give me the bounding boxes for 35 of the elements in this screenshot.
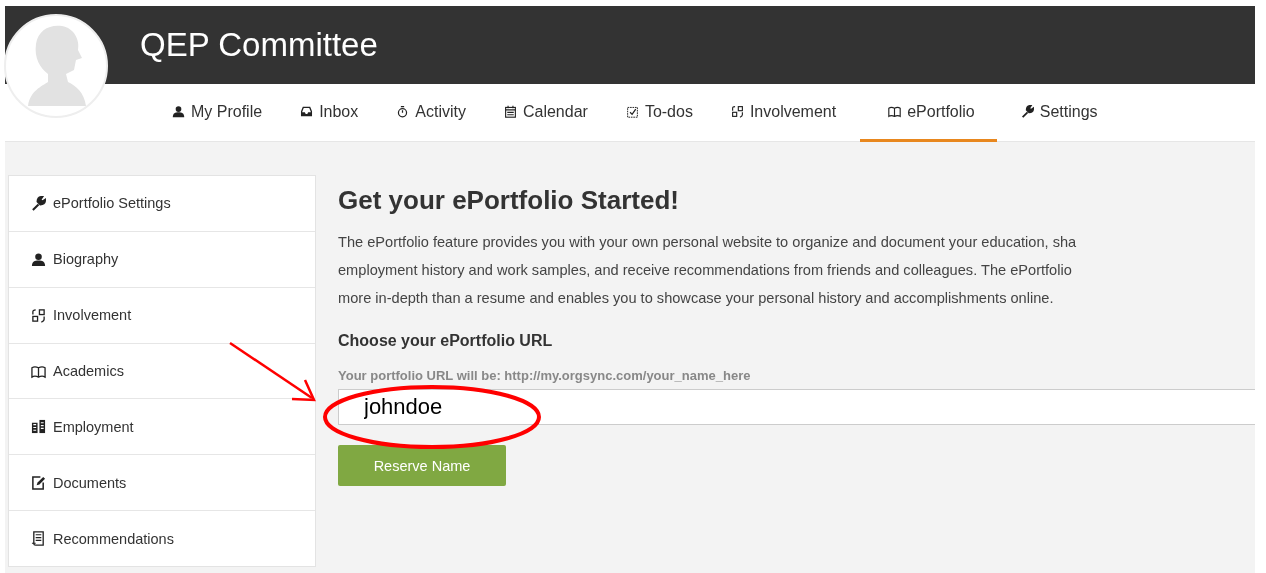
person-icon	[172, 105, 185, 118]
book-icon	[31, 363, 46, 379]
book-icon	[888, 105, 902, 118]
sidebar-item[interactable]: Employment	[9, 399, 315, 456]
person-icon	[31, 251, 46, 267]
page-title: QEP Committee	[140, 26, 378, 64]
nav-tab[interactable]: Involvement	[716, 84, 851, 142]
document-icon	[31, 531, 46, 547]
nav-tab[interactable]: Activity	[382, 84, 480, 142]
sidebar-item[interactable]: Biography	[9, 231, 315, 288]
url-field[interactable]: johndoe	[338, 389, 1255, 425]
nav-tab[interactable]: My Profile	[160, 84, 277, 142]
wrench-icon	[1020, 105, 1034, 118]
checkbox-icon	[625, 105, 639, 118]
nav-tab[interactable]: Settings	[1006, 84, 1112, 142]
page-heading: Get your ePortfolio Started!	[338, 185, 679, 216]
sidebar-item[interactable]: ePortfolio Settings	[9, 176, 315, 232]
wrench-icon	[31, 195, 46, 211]
nav-tab[interactable]: To-dos	[611, 84, 707, 142]
edit-icon	[31, 475, 46, 491]
sidebar-item[interactable]: Academics	[9, 343, 315, 400]
shapes-icon	[730, 105, 744, 118]
description-text: The ePortfolio feature provides you with your own personal website to organize and document your education, sha employment history and work samples, and receive recommendations from friends and colleagues. The ePortfolio more in-depth than a resume and enables you to showcase your personal history and accomplishments online.	[338, 233, 1077, 308]
sidebar-item[interactable]: Involvement	[9, 287, 315, 344]
nav-tab[interactable]: Inbox	[286, 84, 373, 142]
url-hint: Your portfolio URL will be: http://my.orgsync.com/your_name_here	[338, 368, 751, 383]
sidebar-item[interactable]: Recommendations	[9, 511, 315, 566]
nav-tab[interactable]: Calendar	[489, 84, 602, 142]
stopwatch-icon	[396, 105, 410, 118]
url-label: Choose your ePortfolio URL	[338, 332, 553, 350]
inbox-icon	[300, 105, 314, 118]
calendar-icon	[503, 105, 517, 118]
sidebar-item[interactable]: Documents	[9, 455, 315, 512]
building-icon	[31, 419, 46, 435]
shapes-icon	[31, 307, 46, 323]
